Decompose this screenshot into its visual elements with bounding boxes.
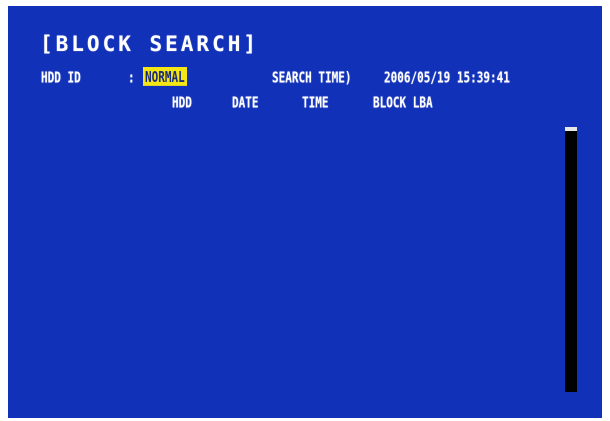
scrollbar-thumb[interactable] [565, 127, 577, 131]
column-header-hdd: HDD [172, 94, 192, 112]
column-header-time: TIME [302, 94, 329, 112]
hdd-id-label: HDD ID [41, 69, 81, 87]
block-search-panel [8, 6, 602, 418]
column-header-block-lba: BLOCK LBA [373, 94, 433, 112]
hdd-id-select[interactable]: NORMAL [143, 67, 187, 86]
hdd-id-separator: : [128, 69, 135, 87]
search-time-label: SEARCH TIME) [272, 69, 352, 87]
column-header-date: DATE [232, 94, 259, 112]
search-time-value[interactable]: 2006/05/19 15:39:41 [384, 69, 510, 87]
results-scrollbar[interactable] [565, 127, 577, 392]
page-title: [BLOCK SEARCH] [40, 32, 260, 56]
dvr-screen: [BLOCK SEARCH] HDD ID : NORMAL SEARCH TI… [0, 0, 610, 421]
